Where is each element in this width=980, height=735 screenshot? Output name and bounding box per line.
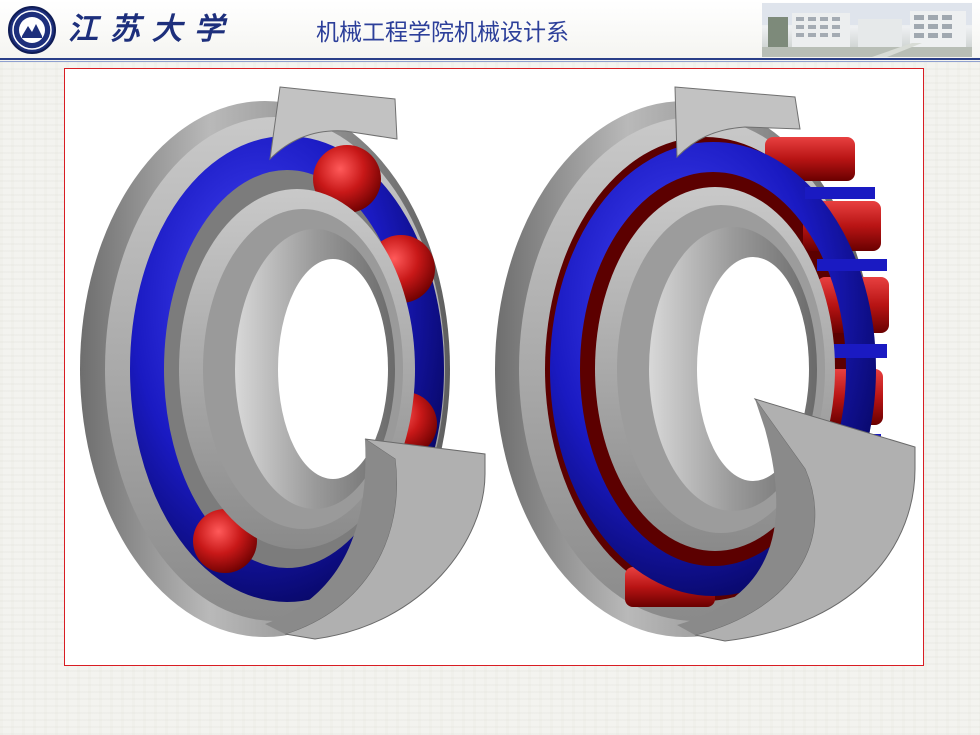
campus-building-photo	[762, 3, 972, 57]
roller-bearing-cutaway-icon	[495, 86, 916, 642]
header-rule	[0, 58, 980, 60]
department-name: 机械工程学院机械设计系	[316, 20, 569, 46]
figure-frame	[64, 68, 924, 666]
slide-header: 江苏大学 机械工程学院机械设计系	[0, 0, 980, 62]
ball-bearing-cutaway-icon	[80, 86, 486, 640]
header-rule-thin	[0, 61, 980, 62]
university-name: 江苏大学	[68, 12, 236, 47]
university-seal-icon	[8, 6, 56, 54]
